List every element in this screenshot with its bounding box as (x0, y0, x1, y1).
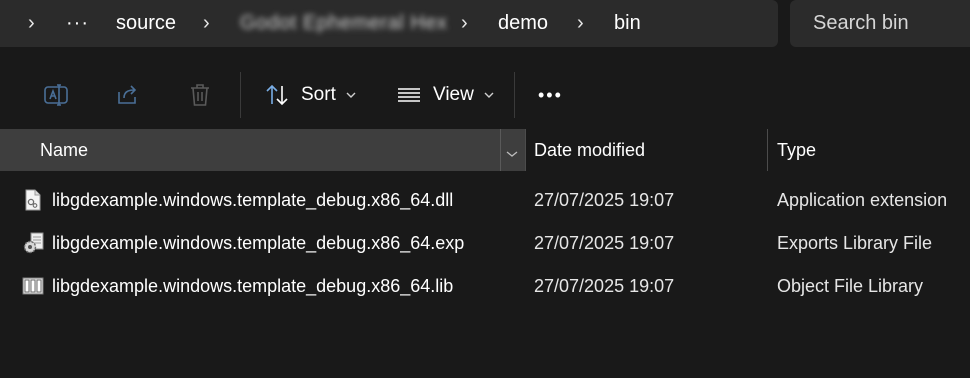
share-button[interactable] (114, 62, 142, 128)
chevron-right-icon[interactable]: › (461, 0, 468, 47)
more-icon: ••• (538, 84, 563, 105)
chevron-down-icon[interactable] (506, 145, 518, 163)
file-name: libgdexample.windows.template_debug.x86_… (52, 189, 454, 210)
column-divider[interactable] (525, 129, 526, 171)
view-label: View (433, 84, 474, 105)
breadcrumb-demo[interactable]: demo (498, 0, 548, 47)
column-header: Name Date modified Type (0, 129, 970, 171)
column-date-header[interactable]: Date modified (534, 129, 645, 171)
chevron-down-icon (346, 86, 356, 104)
file-name: libgdexample.windows.template_debug.x86_… (52, 275, 454, 296)
file-date: 27/07/2025 19:07 (534, 232, 675, 253)
sort-button[interactable]: Sort (263, 62, 356, 128)
dll-file-icon (22, 189, 44, 211)
file-row[interactable]: libgdexample.windows.template_debug.x86_… (0, 265, 970, 307)
column-type-label: Type (777, 139, 817, 160)
rename-icon (42, 81, 70, 109)
column-divider[interactable] (767, 129, 768, 171)
column-date-label: Date modified (534, 139, 646, 160)
trash-icon (186, 81, 214, 109)
file-name: libgdexample.windows.template_debug.x86_… (52, 232, 465, 253)
file-type: Exports Library File (777, 232, 933, 253)
chevron-right-icon[interactable]: › (203, 0, 210, 47)
breadcrumb-project[interactable]: Godot Ephemeral Hex (240, 0, 447, 47)
breadcrumb-source[interactable]: source (116, 0, 176, 47)
delete-button[interactable] (186, 62, 214, 128)
file-type: Object File Library (777, 275, 924, 296)
file-row[interactable]: libgdexample.windows.template_debug.x86_… (0, 222, 970, 264)
command-bar: Sort View ••• (0, 62, 970, 128)
file-date: 27/07/2025 19:07 (534, 275, 675, 296)
toolbar-divider (240, 72, 241, 118)
view-button[interactable]: View (395, 62, 494, 128)
list-view-icon (395, 81, 423, 109)
more-options-button[interactable]: ••• (538, 62, 563, 128)
rename-button[interactable] (42, 62, 70, 128)
file-row[interactable]: libgdexample.windows.template_debug.x86_… (0, 179, 970, 221)
column-name-label: Name (40, 139, 89, 160)
gear-file-icon (22, 232, 44, 254)
chevron-right-icon[interactable]: › (28, 0, 35, 47)
search-input[interactable]: Search bin (790, 0, 970, 47)
column-type-header[interactable]: Type (777, 129, 816, 171)
toolbar-divider (514, 72, 515, 118)
file-type: Application extension (777, 189, 948, 210)
sort-label: Sort (301, 84, 336, 105)
search-placeholder: Search bin (813, 12, 909, 34)
chevron-right-icon[interactable]: › (577, 0, 584, 47)
breadcrumb-bin[interactable]: bin (614, 0, 641, 47)
address-bar[interactable]: › ··· source › Godot Ephemeral Hex › dem… (0, 0, 778, 47)
file-date: 27/07/2025 19:07 (534, 189, 675, 210)
sort-icon (263, 81, 291, 109)
library-file-icon (22, 275, 44, 297)
column-name-header[interactable]: Name (0, 129, 525, 171)
chevron-down-icon (484, 86, 494, 104)
column-divider (500, 129, 501, 171)
breadcrumb-overflow-button[interactable]: ··· (66, 0, 89, 47)
share-icon (114, 81, 142, 109)
